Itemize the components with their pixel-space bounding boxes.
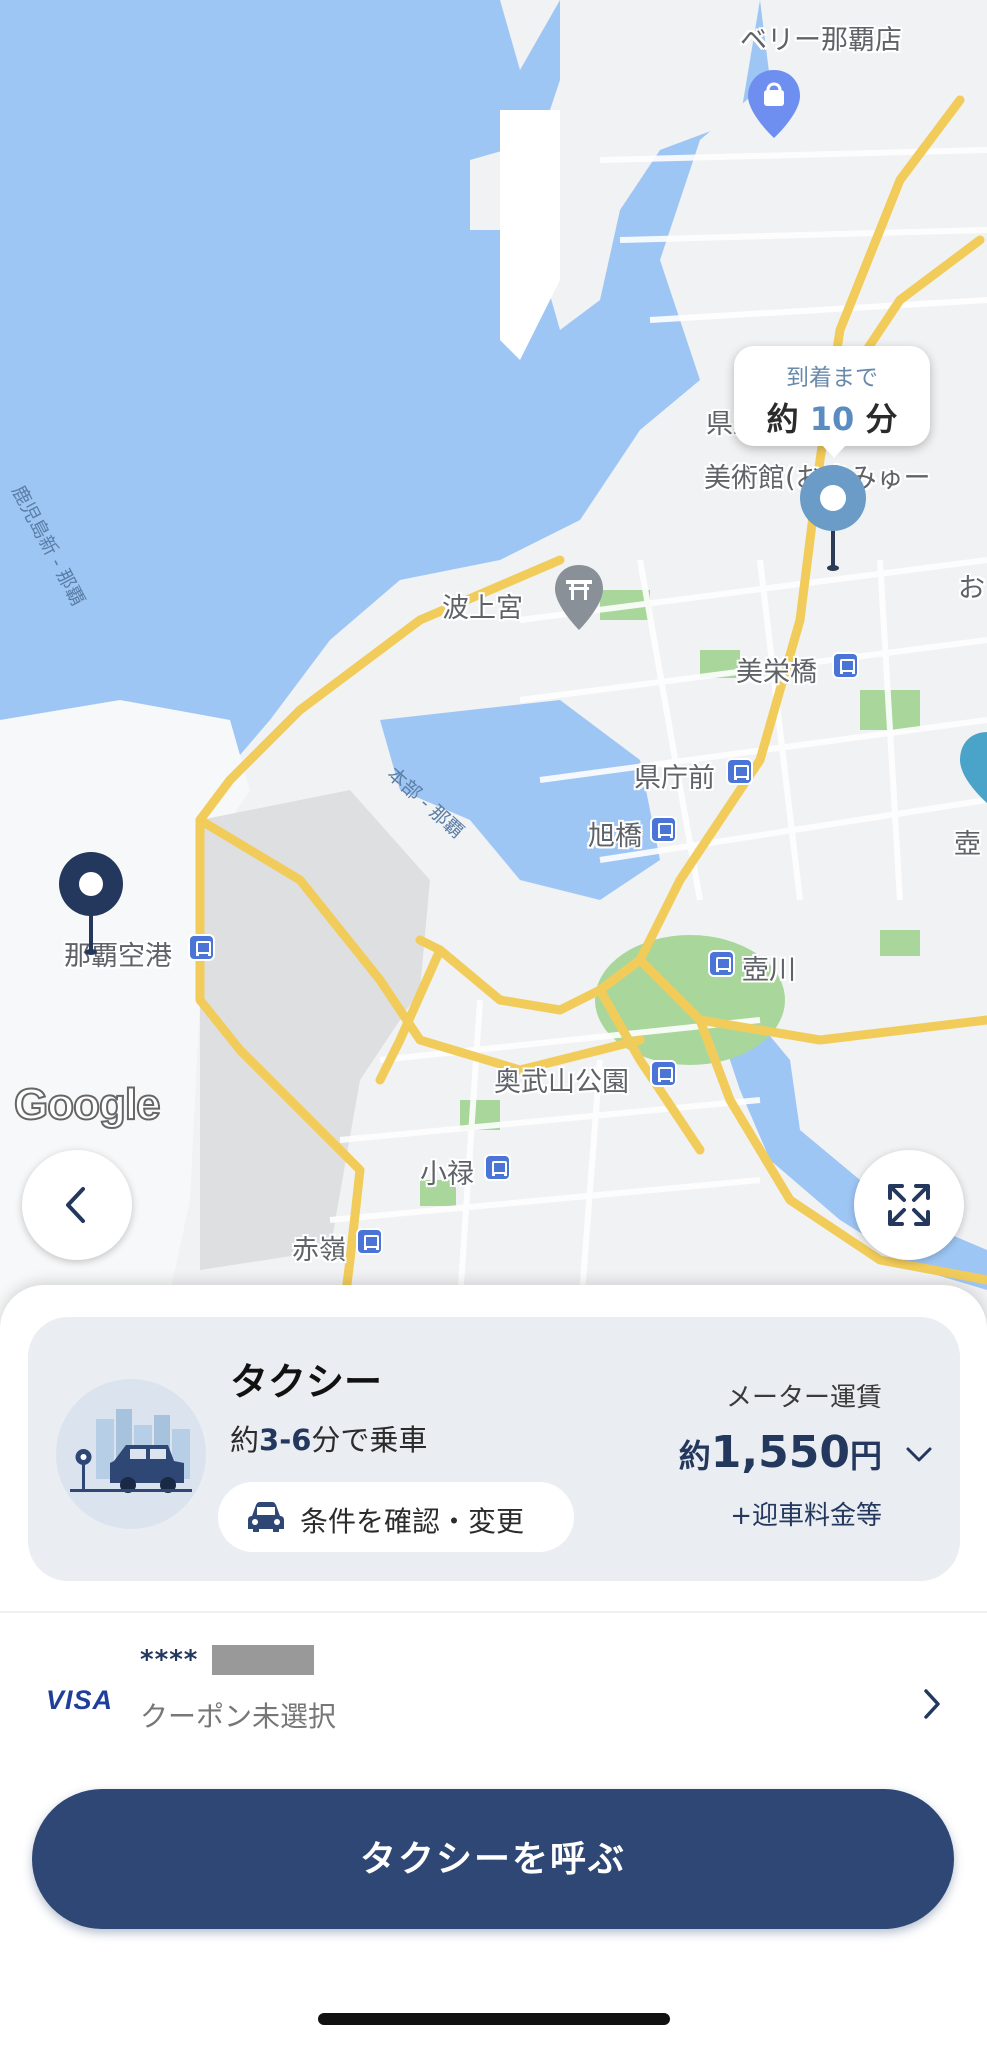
expand-map-button[interactable] — [854, 1150, 964, 1260]
pickup-range: 3-6 — [259, 1423, 312, 1457]
fare-unit: 円 — [849, 1437, 882, 1475]
taxi-illustration — [56, 1379, 206, 1529]
bus-stop-icon — [708, 950, 735, 977]
coupon-status: クーポン未選択 — [140, 1700, 337, 1733]
chevron-right-icon — [924, 1689, 940, 1719]
map-view[interactable]: ベリー那覇店 県立博物館・ 美術館(おきみゅー お 波上宮 美栄橋 県庁前 旭橋… — [0, 0, 987, 1340]
map-label-kenchomae: 県庁前 — [634, 763, 715, 794]
map-label-naminoue: 波上宮 — [442, 593, 523, 624]
back-button[interactable] — [22, 1150, 132, 1260]
taxi-car-icon — [70, 1409, 192, 1493]
shrine-pin-icon[interactable] — [552, 562, 606, 634]
bus-stop-icon — [188, 934, 215, 961]
map-label-onoyama: 奥武山公園 — [494, 1067, 629, 1098]
bus-stop-icon — [356, 1228, 383, 1255]
map-label-akamine: 赤嶺 — [292, 1235, 346, 1266]
eta-minutes: 10 — [809, 400, 855, 438]
map-label-tsubogawa: 壺川 — [742, 955, 796, 986]
map-label-oroku: 小禄 — [420, 1159, 474, 1190]
service-name: タクシー — [230, 1360, 383, 1404]
call-taxi-label: タクシーを呼ぶ — [359, 1838, 626, 1879]
eta-label: 到着まで — [786, 365, 878, 391]
fare-extra-note: +迎車料金等 — [730, 1501, 882, 1531]
conditions-button[interactable]: 条件を確認・変更 — [218, 1482, 574, 1552]
origin-pin-icon[interactable] — [56, 850, 126, 956]
map-label-misaki: 美栄橋 — [736, 657, 817, 688]
home-indicator — [318, 2013, 670, 2025]
bus-stop-icon — [484, 1154, 511, 1181]
car-icon — [248, 1502, 284, 1532]
app-screen: ベリー那覇店 県立博物館・ 美術館(おきみゅー お 波上宮 美栄橋 県庁前 旭橋… — [0, 0, 987, 2048]
call-taxi-button[interactable]: タクシーを呼ぶ — [32, 1789, 954, 1929]
fare-estimate: 約1,550円 — [679, 1427, 882, 1478]
chevron-left-icon — [66, 1187, 85, 1223]
fare-type-label: メーター運賃 — [725, 1383, 882, 1413]
conditions-label: 条件を確認・変更 — [300, 1505, 525, 1538]
bus-stop-icon — [650, 816, 677, 843]
pickup-time: 約3-6分で乗車 — [230, 1417, 427, 1459]
pickup-suffix: 分で乗車 — [311, 1423, 428, 1457]
divider — [0, 1611, 987, 1613]
visa-logo: VISA — [46, 1685, 114, 1715]
google-logo: Google — [13, 1079, 162, 1130]
shopping-pin-icon[interactable] — [744, 66, 804, 142]
ride-bottom-sheet: タクシー 約3-6分で乗車 条件を確認・変更 メーター運賃 約1,550円 +迎… — [0, 1285, 987, 2048]
eta-bubble: 到着まで 約 10 分 — [734, 346, 930, 458]
eta-prefix: 約 — [766, 400, 799, 438]
bus-stop-icon — [832, 652, 859, 679]
destination-pin-icon[interactable] — [796, 462, 870, 572]
fare-prefix: 約 — [678, 1437, 711, 1475]
payment-method-row[interactable]: VISA **** クーポン未選択 — [0, 1645, 987, 1765]
eta-value: 約 10 分 — [734, 394, 930, 440]
eta-unit: 分 — [865, 400, 898, 438]
pickup-prefix: 約 — [230, 1423, 260, 1457]
taxi-option-card[interactable]: タクシー 約3-6分で乗車 条件を確認・変更 メーター運賃 約1,550円 +迎… — [28, 1317, 960, 1581]
map-label-edge-o: お — [958, 573, 985, 604]
map-label-edge-tsubo: 壺 — [954, 829, 981, 860]
chevron-down-icon[interactable] — [904, 1445, 934, 1465]
fare-amount: 1,550 — [710, 1427, 850, 1478]
map-label-asahibashi: 旭橋 — [588, 821, 642, 852]
poi-pin-icon[interactable] — [956, 728, 987, 808]
card-number-redacted — [212, 1645, 314, 1675]
map-label-store: ベリー那覇店 — [740, 25, 902, 56]
card-number-masked: **** — [140, 1645, 199, 1675]
bus-stop-icon — [726, 758, 753, 785]
expand-icon — [888, 1184, 930, 1226]
bus-stop-icon — [650, 1060, 677, 1087]
